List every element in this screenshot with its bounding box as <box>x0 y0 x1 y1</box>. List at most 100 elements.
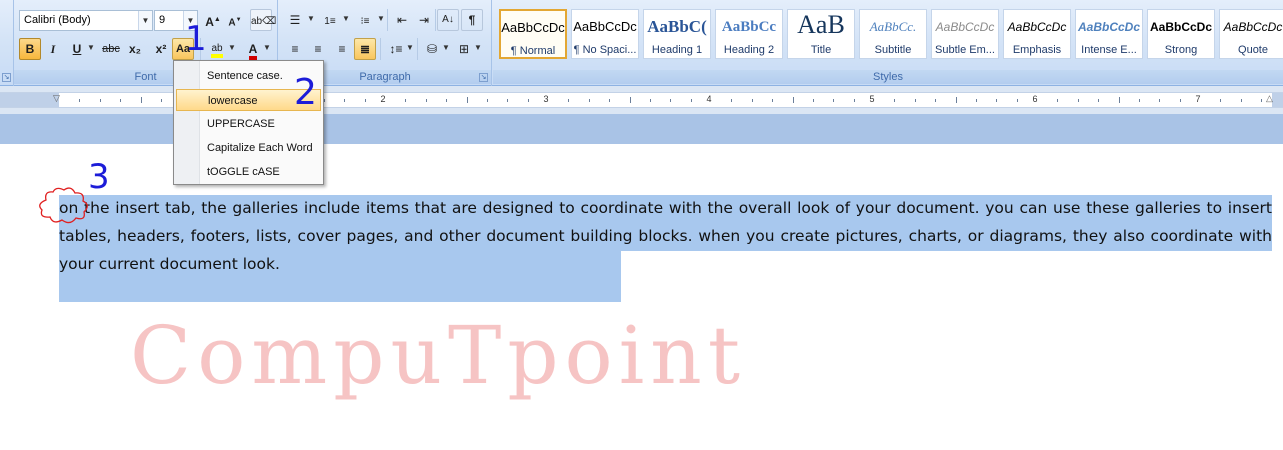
menu-item-uppercase[interactable]: UPPERCASE <box>176 113 321 135</box>
bold-button[interactable]: B <box>19 38 41 60</box>
menu-item-toggle-case[interactable]: tOGGLE cASE <box>176 161 321 183</box>
font-color-dropdown-icon[interactable]: ▼ <box>262 38 272 60</box>
align-center-button[interactable]: ≡ <box>307 38 329 60</box>
align-left-icon: ≡ <box>291 42 299 56</box>
superscript-icon: x² <box>155 42 167 56</box>
style-subtitle-tile[interactable]: AaBbCc. Subtitle <box>859 9 927 59</box>
font-name-combo[interactable]: Calibri (Body) ▼ <box>19 10 153 31</box>
style-quote-tile[interactable]: AaBbCcDc Quote <box>1219 9 1283 59</box>
borders-dropdown-icon[interactable]: ▼ <box>473 38 483 60</box>
style-sample: AaBbCcDc <box>935 20 995 34</box>
italic-button[interactable]: I <box>42 38 64 60</box>
shading-dropdown-icon[interactable]: ▼ <box>441 38 451 60</box>
menu-item-label: Sentence case. <box>207 70 283 82</box>
ruler-tick <box>324 99 325 102</box>
chevron-down-icon[interactable]: ▼ <box>138 11 152 30</box>
align-right-icon: ≡ <box>338 42 346 56</box>
ruler-tick <box>405 99 406 102</box>
style-emphasis-tile[interactable]: AaBbCcDc Emphasis <box>1003 9 1071 59</box>
style-intense-emphasis-tile[interactable]: AaBbCcDc Intense E... <box>1075 9 1143 59</box>
style-heading2-tile[interactable]: AaBbCc Heading 2 <box>715 9 783 59</box>
shrink-font-icon: A <box>228 17 236 29</box>
increase-indent-button[interactable]: ⇥ <box>413 9 435 31</box>
style-name: Heading 2 <box>723 44 775 56</box>
underline-button[interactable]: U <box>66 38 88 60</box>
ruler-tick <box>344 99 345 102</box>
ruler-tick <box>670 99 671 102</box>
ruler-tick <box>1220 99 1221 102</box>
style-normal-tile[interactable]: AaBbCcDc ¶ Normal <box>499 9 567 59</box>
style-subtle-emphasis-tile[interactable]: AaBbCcDc Subtle Em... <box>931 9 999 59</box>
menu-item-capitalize-each-word[interactable]: Capitalize Each Word <box>176 137 321 159</box>
paint-bucket-icon: ⛁ <box>426 42 438 56</box>
ruler-tick <box>915 99 916 102</box>
style-strong-tile[interactable]: AaBbCcDc Strong <box>1147 9 1215 59</box>
sort-icon: A↓ <box>442 14 454 25</box>
clipboard-dialog-launcher-icon[interactable]: ↘ <box>2 73 11 82</box>
style-name: ¶ No Spaci... <box>573 44 637 56</box>
style-title-tile[interactable]: AaB Title <box>787 9 855 59</box>
separator <box>380 38 381 60</box>
ruler-number: 4 <box>706 94 712 104</box>
ruler-tick <box>813 99 814 102</box>
multilevel-dropdown-icon[interactable]: ▼ <box>376 9 386 31</box>
ruler-tick <box>365 99 366 102</box>
ruler-tick <box>1180 99 1181 102</box>
font-color-button[interactable]: A <box>242 38 264 60</box>
style-no-spacing-tile[interactable]: AaBbCcDc ¶ No Spaci... <box>571 9 639 59</box>
align-right-button[interactable]: ≡ <box>331 38 353 60</box>
ruler-tick <box>589 99 590 102</box>
justify-icon: ≣ <box>359 42 371 56</box>
show-marks-button[interactable]: ¶ <box>461 9 483 31</box>
paragraph-dialog-launcher-icon[interactable]: ↘ <box>479 73 488 82</box>
numbering-dropdown-icon[interactable]: ▼ <box>341 9 351 31</box>
step-2-annotation: 2 <box>294 72 317 113</box>
ruler-tick <box>650 99 651 102</box>
text-highlight-button[interactable]: ab <box>206 38 228 60</box>
style-heading1-tile[interactable]: AaBbC( Heading 1 <box>643 9 711 59</box>
separator <box>387 9 388 31</box>
ruler-tick <box>141 97 142 103</box>
subscript-button[interactable]: x₂ <box>124 38 146 60</box>
highlight-dropdown-icon[interactable]: ▼ <box>227 38 237 60</box>
document-paragraph[interactable]: on the insert tab, the galleries include… <box>59 194 1272 278</box>
shrink-font-button[interactable]: A▼ <box>224 9 246 31</box>
step-1-annotation: 1 <box>185 19 207 59</box>
ruler-tick <box>1261 99 1262 102</box>
ruler-tick <box>935 99 936 102</box>
separator <box>435 9 436 31</box>
style-sample: AaBbCcDc <box>1007 20 1067 34</box>
line-spacing-button[interactable]: ↕≡ <box>385 38 407 60</box>
multilevel-list-button[interactable]: ⁝≡ <box>354 9 376 31</box>
increase-indent-icon: ⇥ <box>418 13 430 27</box>
ruler-tick <box>833 99 834 102</box>
clear-formatting-button[interactable]: ab⌫ <box>250 9 276 31</box>
ruler-tick <box>956 97 957 103</box>
decrease-indent-button[interactable]: ⇤ <box>391 9 413 31</box>
ruler-tick <box>1017 99 1018 102</box>
justify-button[interactable]: ≣ <box>354 38 376 60</box>
borders-button[interactable]: ⊞ <box>453 38 475 60</box>
superscript-button[interactable]: x² <box>150 38 172 60</box>
document-page[interactable]: on the insert tab, the galleries include… <box>0 144 1283 450</box>
font-color-icon: A <box>248 42 258 60</box>
ruler-tick <box>426 99 427 102</box>
ruler-tick <box>528 99 529 102</box>
line-spacing-dropdown-icon[interactable]: ▼ <box>405 38 415 60</box>
styles-group-label: Styles <box>493 70 1283 84</box>
bullets-dropdown-icon[interactable]: ▼ <box>306 9 316 31</box>
bullets-button[interactable]: ☰ <box>284 9 306 31</box>
strikethrough-button[interactable]: abc <box>100 38 122 60</box>
right-indent-marker-icon[interactable]: △ <box>1266 93 1273 104</box>
align-left-button[interactable]: ≡ <box>284 38 306 60</box>
numbering-button[interactable]: 1≡ <box>319 9 341 31</box>
border-icon: ⊞ <box>458 42 470 56</box>
style-sample: AaB <box>797 10 845 39</box>
sort-button[interactable]: A↓ <box>437 9 459 31</box>
underline-dropdown-icon[interactable]: ▼ <box>86 38 96 60</box>
first-line-indent-marker-icon[interactable]: ▽ <box>53 93 60 104</box>
ruler-number: 5 <box>869 94 875 104</box>
style-sample: AaBbCc. <box>869 19 917 34</box>
shading-button[interactable]: ⛁ <box>421 38 443 60</box>
style-name: Subtle Em... <box>935 44 995 56</box>
